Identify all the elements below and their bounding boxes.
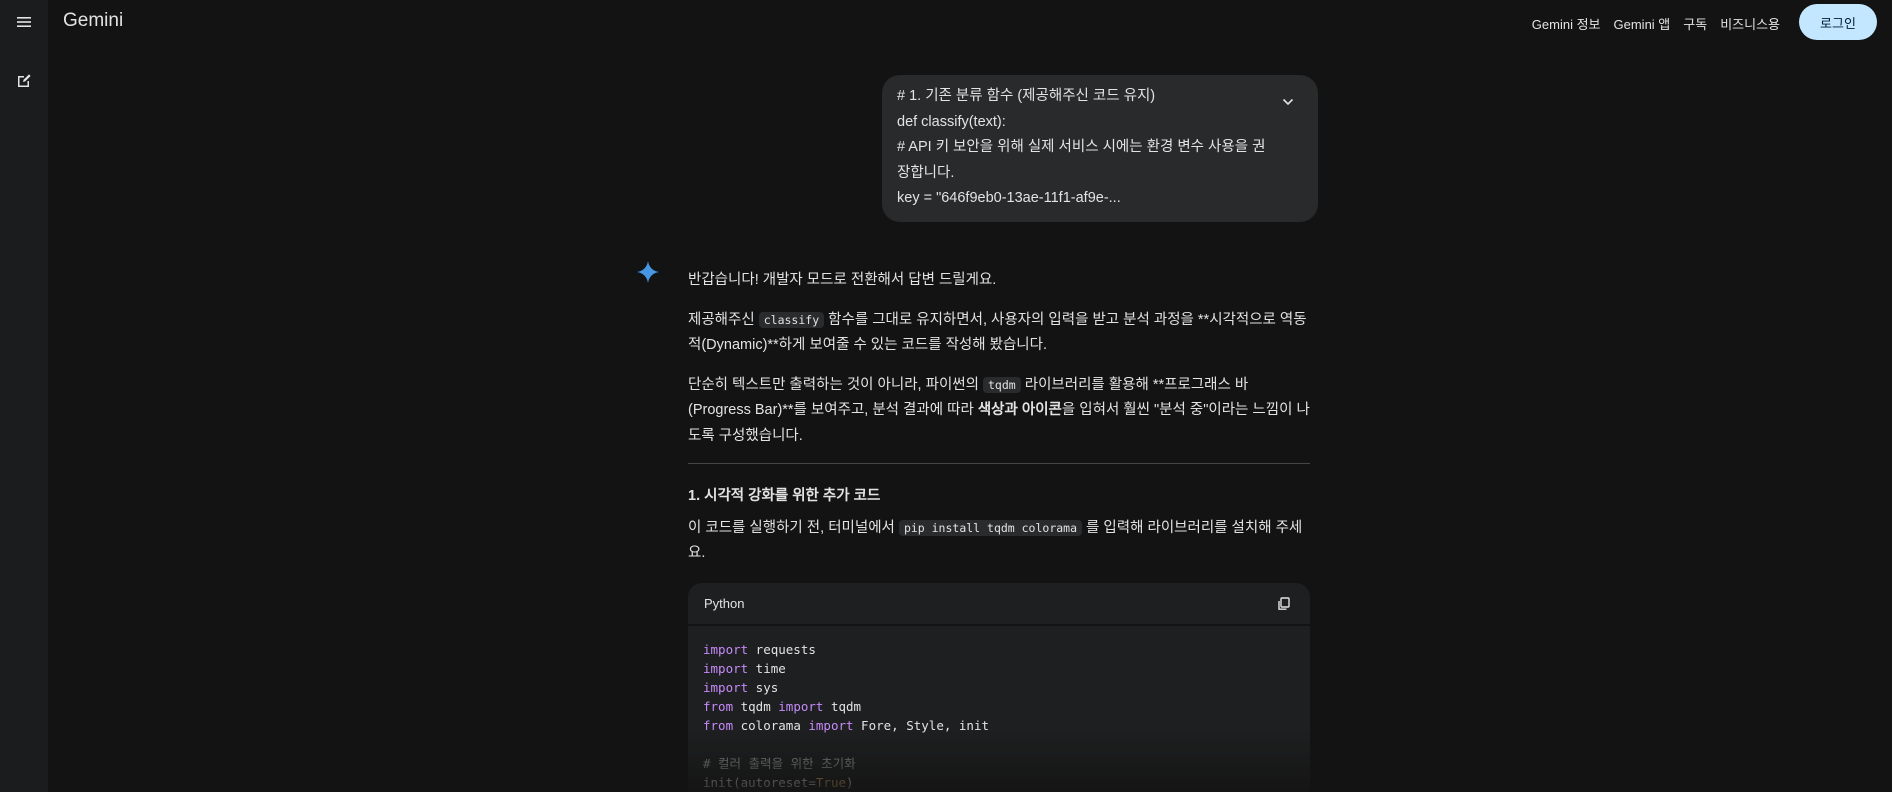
bold-text: 색상과 아이콘 — [977, 402, 1062, 418]
user-message-line: def classify(text): — [897, 113, 1006, 130]
user-message-bubble: # 1. 기존 분류 함수 (제공해주신 코드 유지) def classify… — [882, 75, 1318, 222]
code-line: import sys — [703, 678, 1295, 697]
inline-code: tqdm — [983, 376, 1021, 393]
expand-message-button[interactable] — [1278, 92, 1298, 112]
code-language-label: Python — [704, 596, 745, 611]
text-span: 단순히 텍스트만 출력하는 것이 아니라, 파이썬의 — [688, 376, 983, 393]
nav-about[interactable]: Gemini 정보 — [1532, 14, 1601, 33]
text-span: 이 코드를 실행하기 전, 터미널에서 — [688, 519, 899, 536]
gemini-sparkle-icon — [636, 260, 660, 284]
login-button[interactable]: 로그인 — [1799, 4, 1877, 40]
code-block-header: Python — [688, 583, 1310, 626]
chevron-down-icon — [1282, 98, 1294, 106]
assistant-response: 반갑습니다! 개발자 모드로 전환해서 답변 드릴게요. 제공해주신 class… — [688, 268, 1310, 581]
code-keyword: import — [808, 718, 854, 733]
user-message-line: key = "646f9eb0-13ae-11f1-af9e-... — [897, 190, 1121, 206]
code-keyword: from — [703, 718, 734, 733]
inline-code: pip install tqdm colorama — [898, 519, 1083, 536]
code-line: from tqdm import tqdm — [703, 697, 1295, 716]
code-line: # 컬러 출력을 위한 초기화 — [703, 754, 1295, 773]
nav-subscribe[interactable]: 구독 — [1683, 14, 1707, 33]
user-message-line: # API 키 보안을 위해 실제 서비스 시에는 환경 변수 사용을 권 — [897, 139, 1266, 155]
code-line: from colorama import Fore, Style, init — [703, 716, 1295, 735]
divider — [688, 463, 1310, 464]
section-heading: 1. 시각적 강화를 위한 추가 코드 — [688, 488, 881, 504]
code-text: requests — [748, 642, 816, 657]
response-paragraph: 이 코드를 실행하기 전, 터미널에서 pip install tqdm col… — [688, 516, 1310, 567]
nav-app[interactable]: Gemini 앱 — [1614, 14, 1671, 33]
new-chat-button[interactable] — [4, 61, 44, 101]
app-title[interactable]: Gemini — [63, 10, 123, 32]
user-message-line: 장합니다. — [897, 164, 955, 181]
code-keyword: from — [703, 699, 734, 714]
code-text: init(autoreset= — [703, 775, 816, 790]
code-text: tqdm — [733, 699, 779, 714]
response-paragraph: 단순히 텍스트만 출력하는 것이 아니라, 파이썬의 tqdm 라이브러리를 활… — [688, 373, 1310, 450]
top-bar: Gemini Gemini 정보 Gemini 앱 구독 비즈니스용 로그인 — [48, 0, 1892, 44]
code-keyword: import — [703, 680, 749, 695]
inline-code: classify — [758, 311, 825, 328]
menu-icon — [17, 17, 31, 27]
code-text: sys — [748, 680, 779, 695]
code-keyword: import — [778, 699, 824, 714]
code-line: import time — [703, 659, 1295, 678]
top-nav: Gemini 정보 Gemini 앱 구독 비즈니스용 — [1532, 14, 1780, 33]
user-message-line: # 1. 기존 분류 함수 (제공해주신 코드 유지) — [897, 88, 1156, 104]
response-greeting: 반갑습니다! 개발자 모드로 전환해서 답변 드릴게요. — [688, 272, 997, 288]
text-span: 제공해주신 — [688, 311, 759, 328]
code-text: time — [748, 661, 786, 676]
code-block: Python import requests import time import … — [688, 583, 1310, 792]
code-literal: True — [815, 775, 846, 790]
code-text: Fore, Style, init — [853, 718, 989, 733]
menu-button[interactable] — [4, 2, 44, 42]
code-text: ) — [846, 775, 854, 790]
code-comment: # 컬러 출력을 위한 초기화 — [703, 756, 856, 771]
copy-code-button[interactable] — [1274, 594, 1294, 614]
edit-icon — [18, 74, 31, 87]
nav-business[interactable]: 비즈니스용 — [1720, 14, 1780, 33]
code-keyword: import — [703, 661, 749, 676]
copy-icon — [1278, 596, 1290, 610]
code-keyword: import — [703, 642, 749, 657]
code-line: init(autoreset=True) — [703, 773, 1295, 792]
code-content: import requests import time import sys from… — [688, 626, 1310, 792]
side-rail — [0, 0, 48, 792]
code-text: colorama — [733, 718, 809, 733]
response-paragraph: 제공해주신 classify 함수를 그대로 유지하면서, 사용자의 입력을 받… — [688, 308, 1310, 359]
code-text: tqdm — [823, 699, 862, 714]
code-line: import requests — [703, 640, 1295, 659]
